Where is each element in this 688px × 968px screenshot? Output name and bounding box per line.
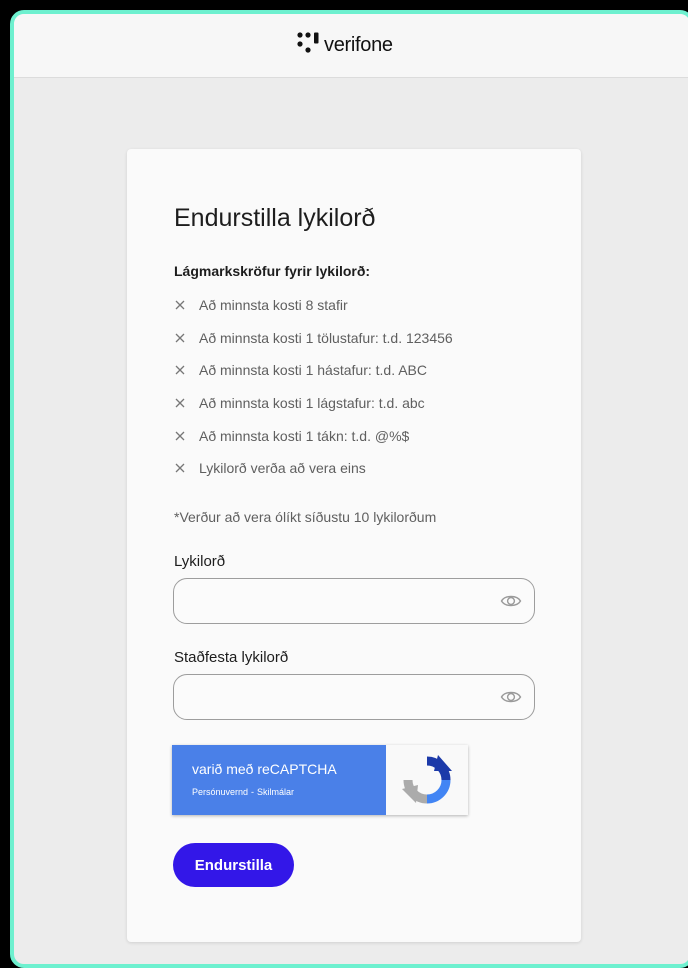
requirement-text: Að minnsta kosti 8 stafir (199, 297, 348, 314)
password-field-wrapper (173, 578, 535, 624)
x-icon (175, 398, 185, 408)
x-icon (175, 300, 185, 310)
brand-name: verifone (324, 33, 393, 56)
x-icon (175, 431, 185, 441)
recaptcha-badge[interactable]: varið með reCAPTCHA Persónuvernd - Skilm… (172, 745, 468, 815)
link-separator: - (251, 787, 255, 797)
requirements-list: Að minnsta kosti 8 stafir Að minnsta kos… (174, 289, 453, 485)
header-bar: verifone (14, 14, 688, 78)
recaptcha-logo-icon (402, 755, 452, 804)
requirement-text: Að minnsta kosti 1 tákn: t.d. @%$ (199, 427, 410, 444)
x-icon (175, 366, 185, 375)
page-title: Endurstilla lykilorð (174, 204, 376, 232)
requirement-item: Lykilorð verða að vera eins (174, 452, 453, 485)
requirement-item: Að minnsta kosti 8 stafir (174, 289, 453, 322)
requirement-text: Að minnsta kosti 1 lágstafur: t.d. abc (199, 395, 425, 412)
requirement-text: Lykilorð verða að vera eins (199, 460, 366, 477)
password-input[interactable] (174, 579, 512, 623)
terms-link[interactable]: Skilmálar (257, 787, 294, 797)
verifone-logo-icon (297, 32, 319, 53)
confirm-password-label: Staðfesta lykilorð (174, 649, 289, 666)
recaptcha-links: Persónuvernd - Skilmálar (192, 787, 294, 797)
browser-frame: verifone Endurstilla lykilorð Lágmarkskr… (10, 10, 688, 968)
password-history-note: *Verður að vera ólíkt síðustu 10 lykilor… (174, 509, 437, 525)
confirm-password-field-wrapper (173, 674, 535, 720)
reset-password-card: Endurstilla lykilorð Lágmarkskröfur fyri… (127, 149, 581, 942)
recaptcha-title: varið með reCAPTCHA (192, 761, 337, 777)
eye-icon[interactable] (500, 592, 522, 610)
requirement-item: Að minnsta kosti 1 hástafur: t.d. ABC (174, 354, 453, 387)
reset-button[interactable]: Endurstilla (173, 843, 294, 887)
x-icon (175, 333, 185, 343)
requirement-item: Að minnsta kosti 1 tákn: t.d. @%$ (174, 419, 453, 452)
requirements-heading: Lágmarkskröfur fyrir lykilorð: (174, 263, 371, 279)
x-icon (175, 463, 185, 473)
confirm-password-input[interactable] (174, 675, 512, 719)
requirement-text: Að minnsta kosti 1 hástafur: t.d. ABC (199, 362, 427, 379)
eye-icon[interactable] (500, 688, 522, 706)
requirement-item: Að minnsta kosti 1 tölustafur: t.d. 1234… (174, 322, 453, 355)
requirement-text: Að minnsta kosti 1 tölustafur: t.d. 1234… (199, 329, 453, 346)
password-label: Lykilorð (174, 553, 226, 570)
verifone-logo: verifone (296, 28, 393, 58)
requirement-item: Að minnsta kosti 1 lágstafur: t.d. abc (174, 387, 453, 420)
privacy-link[interactable]: Persónuvernd (192, 787, 248, 797)
recaptcha-info-panel: varið með reCAPTCHA Persónuvernd - Skilm… (172, 745, 386, 815)
